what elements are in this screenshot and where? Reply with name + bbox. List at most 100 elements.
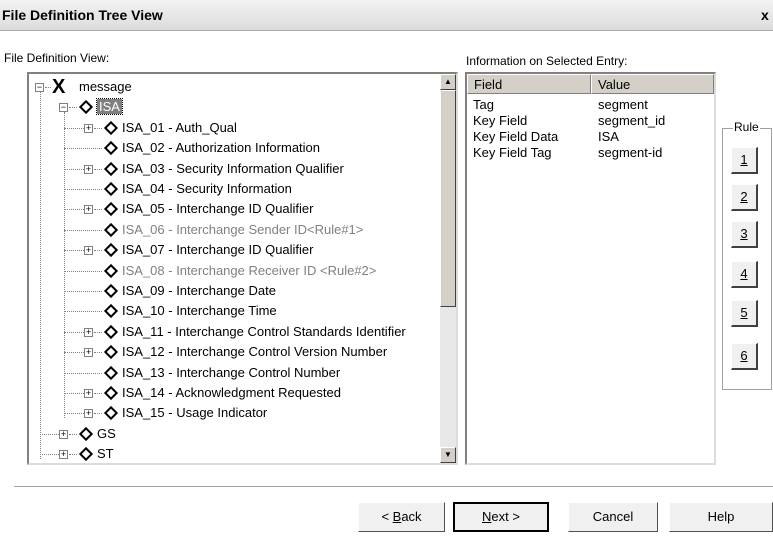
expand-toggle[interactable]: + xyxy=(84,246,93,256)
tree-node-field[interactable]: ISA_05 - Interchange ID Qualifier xyxy=(122,201,314,216)
tree-connector xyxy=(69,454,77,456)
window-title: File Definition Tree View xyxy=(2,7,163,23)
tree-connector xyxy=(94,413,102,415)
diamond-icon xyxy=(103,120,119,135)
expand-toggle[interactable]: + xyxy=(84,205,93,215)
tree-connector xyxy=(94,250,102,252)
tree-connector xyxy=(94,168,102,170)
rule-button-3[interactable]: 3 xyxy=(731,221,758,248)
rule-button-5[interactable]: 5 xyxy=(731,300,758,327)
info-value-cell: segment_id xyxy=(598,113,666,128)
x-icon: X xyxy=(52,76,66,98)
tree-connector xyxy=(64,209,84,211)
tree-node-field[interactable]: ISA_02 - Authorization Information xyxy=(122,140,320,155)
root-collapse-toggle[interactable]: − xyxy=(35,83,44,92)
back-rest: ack xyxy=(401,509,422,524)
tree-node-field[interactable]: ISA_12 - Interchange Control Version Num… xyxy=(122,344,387,359)
tree-node-field[interactable]: ISA_10 - Interchange Time xyxy=(122,303,277,318)
expand-toggle[interactable]: + xyxy=(84,164,93,174)
expand-toggle[interactable]: + xyxy=(59,429,68,439)
info-panel-label: Information on Selected Entry: xyxy=(466,54,628,68)
tree-node-field[interactable]: ISA_08 - Interchange Receiver ID <Rule#2… xyxy=(122,263,376,278)
tree-connector xyxy=(69,107,77,109)
tree-node-field[interactable]: ISA_13 - Interchange Control Number xyxy=(122,365,340,380)
tree-connector xyxy=(64,393,84,394)
diamond-icon xyxy=(103,181,119,197)
expand-toggle[interactable]: + xyxy=(84,348,93,358)
back-button[interactable]: < Back xyxy=(358,502,445,532)
footer-divider xyxy=(14,486,773,487)
tree-connector xyxy=(94,127,102,129)
diamond-icon xyxy=(103,243,119,258)
tree-connector xyxy=(64,127,84,129)
tree-connector xyxy=(94,393,102,394)
tree-connector xyxy=(40,454,59,456)
tree-node-isa[interactable]: ISA xyxy=(96,98,123,116)
tree-connector xyxy=(64,331,84,333)
next-rest: ext > xyxy=(491,509,520,524)
rule-button-6[interactable]: 6 xyxy=(731,343,758,370)
info-value-cell: ISA xyxy=(598,129,619,144)
diamond-icon xyxy=(103,283,119,299)
diamond-icon xyxy=(103,202,119,217)
info-field-cell: Tag xyxy=(473,97,494,112)
tree-connector xyxy=(64,352,84,354)
info-field-cell: Key Field Tag xyxy=(473,145,552,160)
diamond-icon xyxy=(78,426,94,441)
tree-connector xyxy=(64,229,102,231)
rule-button-2[interactable]: 2 xyxy=(731,184,758,211)
tree-node-field[interactable]: ISA_06 - Interchange Sender ID<Rule#1> xyxy=(122,222,363,237)
expand-toggle[interactable]: + xyxy=(84,327,93,337)
tree-connector xyxy=(64,291,102,292)
tree-view[interactable]: − Xmessage − ISA + ISA_01 - Auth_Qual ISA_02 -… xyxy=(27,72,458,465)
expand-toggle[interactable]: + xyxy=(84,123,93,133)
tree-connector xyxy=(64,372,102,374)
tree-node-field[interactable]: ISA_15 - Usage Indicator xyxy=(122,405,267,420)
tree-connector xyxy=(64,413,84,415)
tree-node-segment[interactable]: ST xyxy=(97,446,114,461)
tree-connector xyxy=(94,352,102,354)
tree-connector xyxy=(69,433,77,435)
isa-collapse-toggle[interactable]: − xyxy=(59,103,68,113)
help-button[interactable]: Help xyxy=(669,502,773,532)
diamond-icon xyxy=(103,345,119,360)
tree-connector xyxy=(40,92,41,460)
tree-node-field[interactable]: ISA_14 - Acknowledgment Requested xyxy=(122,385,341,400)
diamond-icon xyxy=(103,141,119,156)
tree-scrollbar[interactable]: ▲ ▼ xyxy=(440,74,456,463)
info-value-cell: segment-id xyxy=(598,145,663,160)
scroll-up-icon[interactable]: ▲ xyxy=(440,74,456,90)
cancel-button[interactable]: Cancel xyxy=(568,502,658,532)
info-field-cell: Key Field xyxy=(473,113,528,128)
diamond-icon xyxy=(78,100,94,115)
rule-button-1[interactable]: 1 xyxy=(731,147,758,174)
info-field-cell: Key Field Data xyxy=(473,129,559,144)
tree-node-field[interactable]: ISA_04 - Security Information xyxy=(122,181,292,196)
expand-toggle[interactable]: + xyxy=(84,389,93,398)
next-button[interactable]: Next > xyxy=(453,502,549,532)
scroll-down-icon[interactable]: ▼ xyxy=(440,447,456,463)
tree-content: − Xmessage − ISA + ISA_01 - Auth_Qual ISA_02 -… xyxy=(29,74,440,463)
expand-toggle[interactable]: + xyxy=(84,409,93,419)
tree-connector xyxy=(64,311,102,313)
tree-node-field[interactable]: ISA_01 - Auth_Qual xyxy=(122,120,237,135)
info-value-cell: segment xyxy=(598,97,648,112)
column-header-field[interactable]: Field xyxy=(467,74,591,94)
scroll-thumb[interactable] xyxy=(440,90,456,307)
diamond-icon xyxy=(103,385,119,401)
tree-node-message[interactable]: message xyxy=(79,79,132,94)
diamond-icon xyxy=(103,222,119,237)
tree-node-field[interactable]: ISA_09 - Interchange Date xyxy=(122,283,276,298)
diamond-icon xyxy=(103,304,119,319)
tree-node-field[interactable]: ISA_03 - Security Information Qualifier xyxy=(122,161,344,176)
selected-node-label: ISA xyxy=(96,98,123,116)
rule-button-4[interactable]: 4 xyxy=(731,261,758,288)
tree-node-field[interactable]: ISA_07 - Interchange ID Qualifier xyxy=(122,242,314,257)
tree-node-field[interactable]: ISA_11 - Interchange Control Standards I… xyxy=(122,324,406,339)
tree-node-segment[interactable]: GS xyxy=(97,426,116,441)
tree-connector xyxy=(64,189,102,190)
close-icon[interactable]: x xyxy=(761,7,773,23)
tree-connector xyxy=(64,250,84,252)
expand-toggle[interactable]: + xyxy=(59,450,68,460)
column-header-value[interactable]: Value xyxy=(591,74,714,94)
